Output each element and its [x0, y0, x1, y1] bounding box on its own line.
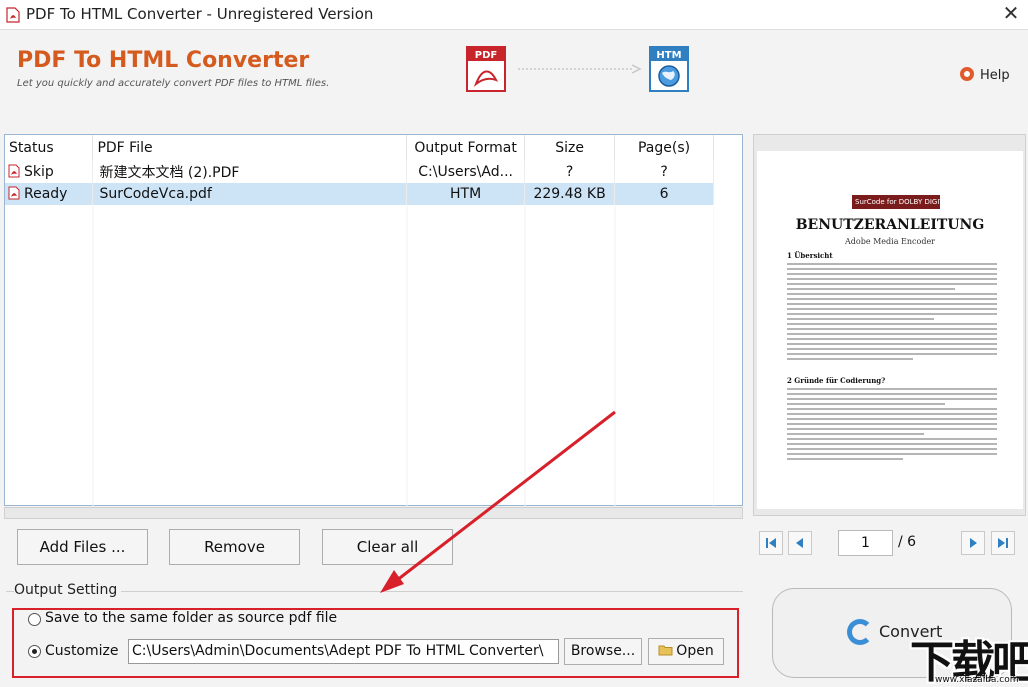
open-label: Open	[676, 643, 714, 659]
page-number-input[interactable]: 1	[838, 530, 893, 556]
title-bar: PDF To HTML Converter - Unregistered Ver…	[0, 0, 1028, 30]
previous-page-button[interactable]	[788, 531, 812, 555]
brand-title: PDF To HTML Converter	[17, 48, 310, 73]
pdf-file-icon	[8, 164, 20, 178]
row-file-name: SurCodeVca.pdf	[92, 183, 408, 205]
app-window: PDF To HTML Converter - Unregistered Ver…	[0, 0, 1028, 687]
open-folder-button[interactable]: Open	[648, 638, 724, 665]
customize-radio[interactable]	[28, 645, 41, 658]
pdf-file-icon: PDF	[466, 46, 506, 92]
folder-icon	[658, 645, 673, 656]
preview-body-text-2	[787, 388, 997, 463]
pdf-badge-text: PDF	[475, 50, 497, 61]
add-files-button[interactable]: Add Files ...	[17, 529, 148, 565]
preview-page: SurCode for DOLBY DIGITAL BENUTZERANLEIT…	[757, 151, 1023, 509]
clear-all-button[interactable]: Clear all	[322, 529, 453, 565]
preview-heading-2: 2 Gründe für Codierung?	[787, 376, 886, 385]
pdf-file-icon	[8, 186, 20, 200]
pdf-preview-pane: SurCode for DOLBY DIGITAL BENUTZERANLEIT…	[753, 134, 1026, 516]
app-pdf-icon	[6, 7, 20, 23]
first-page-icon	[766, 538, 776, 548]
previous-page-icon	[796, 538, 803, 548]
preview-heading-1: 1 Übersicht	[787, 251, 833, 260]
help-label: Help	[980, 68, 1010, 83]
next-page-button[interactable]	[961, 531, 985, 555]
convert-refresh-icon	[847, 619, 873, 645]
remove-button[interactable]: Remove	[169, 529, 300, 565]
same-folder-label[interactable]: Save to the same folder as source pdf fi…	[45, 610, 337, 626]
row-output-format: C:\Users\Ad...	[406, 161, 526, 183]
file-list[interactable]: Status PDF File Output Format Size Page(…	[4, 134, 743, 506]
page-total: / 6	[898, 534, 917, 550]
row-size: ?	[524, 161, 616, 183]
table-header-row: Status PDF File Output Format Size Page(…	[5, 135, 714, 161]
table-row[interactable]: Ready SurCodeVca.pdf HTM 229.48 KB 6	[5, 183, 714, 205]
dotted-arrow-icon	[518, 64, 642, 74]
row-pages: 6	[614, 183, 714, 205]
same-folder-radio[interactable]	[28, 613, 41, 626]
htm-badge-text: HTM	[656, 50, 681, 61]
window-title: PDF To HTML Converter - Unregistered Ver…	[26, 5, 374, 23]
browse-button[interactable]: Browse...	[564, 638, 642, 665]
row-output-format: HTM	[406, 183, 526, 205]
customize-label[interactable]: Customize	[45, 643, 119, 659]
file-table: Status PDF File Output Format Size Page(…	[5, 135, 714, 205]
help-button[interactable]: Help	[960, 67, 1010, 83]
last-page-button[interactable]	[991, 531, 1015, 555]
brand-tagline: Let you quickly and accurately convert P…	[17, 78, 330, 89]
surcode-logo: SurCode for DOLBY DIGITAL	[852, 195, 952, 209]
last-page-icon	[998, 538, 1008, 548]
row-status-cell: Ready	[5, 183, 94, 205]
column-header-pdf-file[interactable]: PDF File	[92, 135, 408, 161]
row-status-cell: Skip	[5, 161, 94, 183]
watermark-url: www.xiazaiba.com	[935, 675, 1019, 685]
column-grid-lines	[92, 206, 714, 506]
close-icon[interactable]: ✕	[996, 0, 1026, 28]
column-header-pages[interactable]: Page(s)	[614, 135, 714, 161]
column-header-size[interactable]: Size	[524, 135, 616, 161]
htm-globe-icon: HTM	[649, 46, 689, 92]
row-status: Ready	[24, 186, 68, 202]
row-status: Skip	[24, 164, 54, 180]
app-header: PDF To HTML Converter Let you quickly an…	[0, 30, 1028, 133]
next-page-icon	[970, 538, 977, 548]
output-setting-label: Output Setting	[14, 582, 122, 598]
first-page-button[interactable]	[759, 531, 783, 555]
preview-doc-title: BENUTZERANLEITUNG	[795, 217, 985, 233]
row-size: 229.48 KB	[524, 183, 616, 205]
preview-body-text	[787, 263, 997, 363]
logo-text: SurCode for DOLBY DIGITAL	[855, 198, 952, 206]
row-pages: ?	[614, 161, 714, 183]
horizontal-scrollbar[interactable]	[4, 507, 743, 519]
preview-doc-subtitle: Adobe Media Encoder	[845, 237, 935, 246]
table-row[interactable]: Skip 新建文本文档 (2).PDF C:\Users\Ad... ? ?	[5, 161, 714, 183]
row-file-name: 新建文本文档 (2).PDF	[92, 161, 408, 183]
column-header-status[interactable]: Status	[5, 135, 94, 161]
output-path-input[interactable]: C:\Users\Admin\Documents\Adept PDF To HT…	[128, 639, 559, 664]
column-header-output-format[interactable]: Output Format	[406, 135, 526, 161]
lifebuoy-icon	[960, 67, 974, 81]
